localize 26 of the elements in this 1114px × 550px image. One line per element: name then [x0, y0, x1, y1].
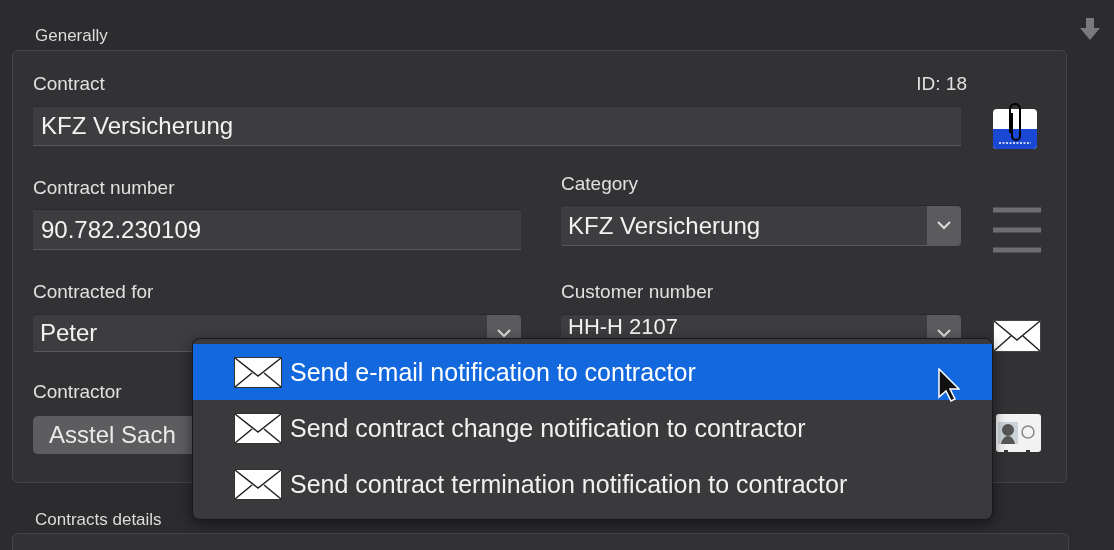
- paperclip-card-icon[interactable]: [993, 103, 1037, 149]
- contact-card-icon[interactable]: [996, 414, 1041, 454]
- field-label: Category: [561, 172, 640, 196]
- id-label: ID: 18: [916, 72, 967, 96]
- field-label: Contract number: [33, 176, 176, 200]
- envelope-icon: [234, 468, 282, 500]
- field-label: Contractor: [33, 380, 123, 404]
- envelope-icon[interactable]: [993, 320, 1041, 352]
- field-label: Contract: [33, 72, 105, 96]
- download-arrow-icon[interactable]: [1080, 18, 1100, 40]
- menu-item[interactable]: Send e-mail notification to contractor: [193, 344, 992, 400]
- envelope-icon: [234, 356, 282, 388]
- menu-item[interactable]: Send contract termination notification to contractor: [193, 456, 992, 512]
- section-title: Generally: [35, 26, 108, 46]
- field-label: Contracted for: [33, 280, 155, 304]
- contract-field[interactable]: KFZ Versicherung: [33, 106, 961, 146]
- contract-number-field[interactable]: 90.782.230109: [33, 209, 521, 250]
- menu-icon[interactable]: [993, 207, 1041, 254]
- chevron-down-icon: [937, 221, 951, 230]
- cursor-icon: [938, 368, 960, 402]
- envelope-icon: [234, 412, 282, 444]
- category-dropdown[interactable]: KFZ Versicherung: [561, 205, 961, 246]
- field-label: Customer number: [561, 280, 715, 304]
- chevron-down-icon: [937, 328, 951, 338]
- chevron-down-icon: [497, 328, 511, 338]
- section-title: Contracts details: [35, 510, 163, 530]
